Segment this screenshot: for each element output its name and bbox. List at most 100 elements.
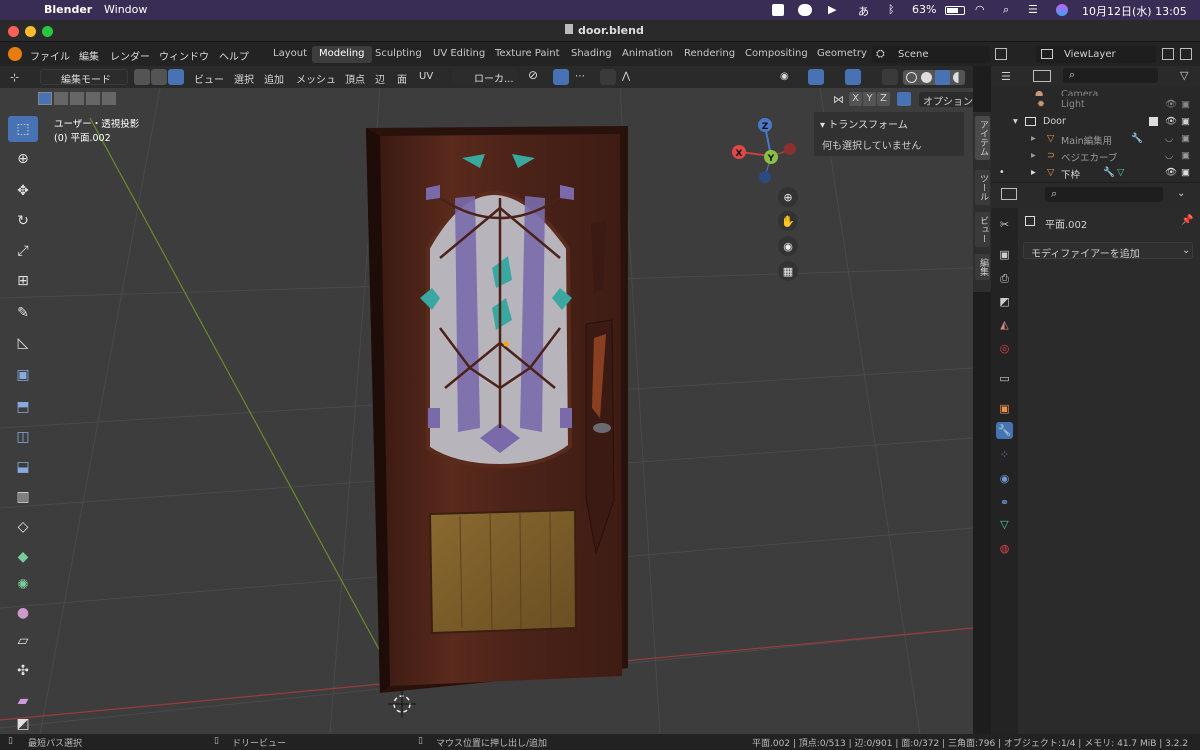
mirror-y-button[interactable]: Y — [863, 92, 876, 106]
search-icon[interactable]: ⌕ — [1003, 3, 1009, 17]
gizmo-toggle-button[interactable] — [808, 69, 824, 85]
tab-layout[interactable]: Layout — [266, 46, 314, 63]
bezier-render-icon[interactable]: ▣ — [1181, 150, 1190, 161]
remove-viewlayer-icon[interactable] — [1180, 48, 1192, 60]
status-icon[interactable] — [772, 4, 784, 16]
lower-render-icon[interactable]: ▣ — [1181, 167, 1190, 178]
window-menu[interactable]: Window — [104, 3, 147, 16]
cursor-tool-icon[interactable]: ⊕ — [8, 146, 38, 172]
falloff-icon[interactable]: ⋀ — [622, 71, 630, 82]
snap-options-icon[interactable]: ⋯ — [575, 71, 585, 82]
viewlayer-selector[interactable]: ViewLayer — [1036, 46, 1156, 63]
filter-icon[interactable]: ▽ — [1180, 69, 1188, 82]
light-render-icon[interactable]: ▣ — [1181, 99, 1190, 110]
rip-tool-icon[interactable]: ◩ — [8, 716, 38, 732]
topology-mirror-icon[interactable] — [897, 92, 911, 106]
wireframe-shading-icon[interactable] — [906, 72, 917, 83]
edge-slide-tool-icon[interactable]: ▱ — [8, 628, 38, 654]
select-intersect-icon[interactable] — [102, 92, 116, 105]
display-mode-icon[interactable] — [1033, 70, 1051, 82]
transform-tool-icon[interactable]: ⊞ — [8, 268, 38, 294]
outliner-row-bezier[interactable]: ▸ ⊃ ベジエカーブ ◡ ▣ — [991, 147, 1200, 164]
pin-icon[interactable]: 📌 — [1181, 215, 1193, 226]
blender-logo-icon[interactable] — [8, 47, 22, 61]
tab-geometry[interactable]: Geometry — [810, 46, 874, 63]
tab-item[interactable]: アイテム — [975, 116, 990, 160]
inset-tool-icon[interactable]: ◫ — [8, 424, 38, 450]
3d-viewport[interactable]: Z X Y ⊕ ✋ ◉ ▦ ユーザー・透視投影 (0) 平面.002 ⋈ X Y… — [0, 88, 973, 734]
view-navigation[interactable]: ⊕ ✋ ◉ ▦ — [778, 187, 798, 281]
material-tab-icon[interactable]: ◍ — [996, 540, 1013, 557]
face-select-button[interactable] — [168, 69, 184, 85]
line-icon[interactable] — [798, 4, 812, 16]
output-tab-icon[interactable]: ⎙ — [996, 270, 1013, 287]
menu-uv[interactable]: UV — [419, 71, 433, 82]
menu-file[interactable]: ファイル — [30, 48, 70, 63]
control-center-icon[interactable]: ☰ — [1028, 3, 1038, 16]
tab-sculpting[interactable]: Sculpting — [368, 46, 429, 63]
tab-texture-paint[interactable]: Texture Paint — [488, 46, 567, 63]
mirror-x-button[interactable]: X — [849, 92, 862, 106]
door-model[interactable] — [366, 126, 628, 693]
select-extend-icon[interactable] — [54, 92, 68, 105]
overlay-toggle-button[interactable] — [845, 69, 861, 85]
menu-window[interactable]: ウィンドウ — [159, 48, 209, 63]
tab-rendering[interactable]: Rendering — [677, 46, 742, 63]
shear-tool-icon[interactable]: ▰ — [8, 688, 38, 714]
world-tab-icon[interactable]: ◎ — [996, 340, 1013, 357]
3d-cursor[interactable] — [388, 690, 416, 718]
tab-edit[interactable]: 編集 — [975, 254, 990, 280]
lower-expand-icon[interactable]: ▸ — [1031, 167, 1036, 178]
tab-animation[interactable]: Animation — [615, 46, 680, 63]
annotate-tool-icon[interactable]: ✎ — [8, 300, 38, 326]
gizmo-neg-z[interactable] — [759, 171, 771, 183]
tool-tab-icon[interactable]: ✂ — [996, 216, 1013, 233]
select-invert-icon[interactable] — [86, 92, 100, 105]
zoom-button[interactable] — [42, 26, 53, 37]
clock[interactable]: 10月12日(水) 13:05 — [1082, 3, 1187, 19]
options-dropdown[interactable]: オプション — [919, 92, 973, 108]
wifi-icon[interactable]: ◠ — [975, 3, 985, 16]
bluetooth-icon[interactable]: ᛒ — [888, 3, 895, 16]
collection-tab-icon[interactable]: ▭ — [996, 370, 1013, 387]
copy-viewlayer-icon[interactable] — [1162, 48, 1174, 60]
object-tab-icon[interactable]: ▣ — [996, 400, 1013, 417]
menu-edit[interactable]: 編集 — [79, 48, 99, 63]
particles-tab-icon[interactable]: ⁘ — [996, 446, 1013, 463]
door-render-icon[interactable]: ▣ — [1181, 116, 1190, 127]
outliner-search-input[interactable]: ⌕ — [1063, 68, 1158, 83]
move-tool-icon[interactable]: ✥ — [8, 178, 38, 204]
tab-uv-editing[interactable]: UV Editing — [426, 46, 492, 63]
edge-select-button[interactable] — [151, 69, 167, 85]
select-subtract-icon[interactable] — [70, 92, 84, 105]
outliner-row-door[interactable]: ▾ Door 👁 ▣ — [991, 113, 1200, 130]
mode-dropdown[interactable]: 編集モード — [40, 69, 128, 86]
menu-mesh[interactable]: メッシュ — [296, 71, 336, 86]
outliner-row-light[interactable]: ✹ Light 👁 ▣ — [991, 96, 1200, 113]
poly-build-tool-icon[interactable]: ◆ — [8, 544, 38, 570]
add-cube-tool-icon[interactable]: ▣ — [8, 362, 38, 388]
navigation-gizmo[interactable]: Z X Y — [732, 118, 796, 183]
tab-modeling[interactable]: Modeling — [312, 46, 372, 63]
constraints-tab-icon[interactable]: ⚭ — [996, 494, 1013, 511]
menu-face[interactable]: 面 — [397, 71, 407, 86]
door-expand-icon[interactable]: ▾ — [1013, 116, 1018, 127]
bezier-expand-icon[interactable]: ▸ — [1031, 150, 1036, 161]
tab-view[interactable]: ビュー — [975, 212, 990, 247]
modifier-tab-icon[interactable]: 🔧 — [996, 422, 1013, 439]
add-modifier-dropdown[interactable]: モディファイアーを追加 ⌄ — [1023, 242, 1193, 260]
editor-type-icon[interactable]: ⊹ — [10, 71, 19, 84]
physics-tab-icon[interactable]: ◉ — [996, 470, 1013, 487]
smooth-tool-icon[interactable]: ● — [8, 600, 38, 626]
bezier-visibility-icon[interactable]: ◡ — [1165, 150, 1173, 161]
measure-tool-icon[interactable]: ◺ — [8, 330, 38, 356]
view-layer-tab-icon[interactable]: ◩ — [996, 293, 1013, 310]
outliner-row-lower-frame[interactable]: • ▸ ▽ 下枠 🔧 ▽ 👁 ▣ — [991, 164, 1200, 181]
outliner-row-main[interactable]: ▸ ▽ Main編集用 🔧 ◡ ▣ — [991, 130, 1200, 147]
main-render-icon[interactable]: ▣ — [1181, 133, 1190, 144]
lower-visibility-icon[interactable]: 👁 — [1165, 167, 1177, 178]
door-visibility-icon[interactable]: 👁 — [1165, 116, 1177, 127]
menu-select[interactable]: 選択 — [234, 71, 254, 86]
pivot-icon[interactable]: ⊘ — [528, 68, 538, 82]
scene-tab-icon[interactable]: ◭ — [996, 316, 1013, 333]
